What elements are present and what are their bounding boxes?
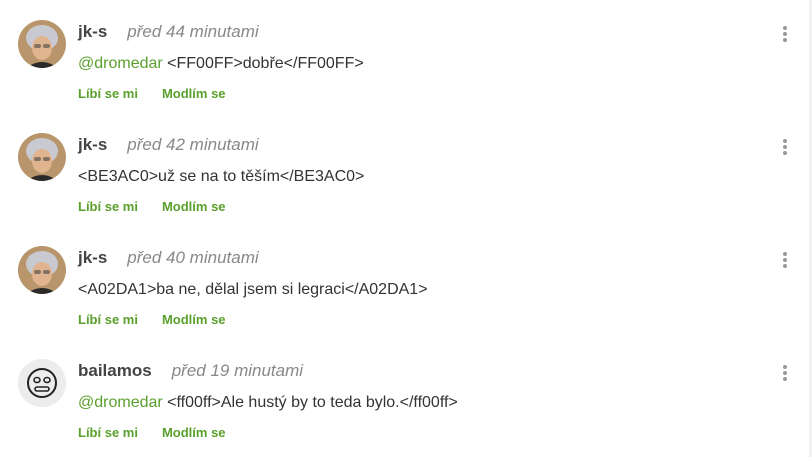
comment-header: jk-s před 40 minutami — [78, 248, 259, 270]
avatar[interactable] — [18, 246, 66, 294]
username[interactable]: jk-s — [78, 248, 107, 267]
mention-link[interactable]: @dromedar — [78, 394, 163, 411]
more-options-icon[interactable] — [779, 26, 791, 44]
neutral-face-icon[interactable] — [18, 359, 66, 407]
timestamp[interactable]: před 40 minutami — [127, 248, 258, 267]
comment: jk-s před 42 minutami <BE3AC0>už se na to… — [0, 113, 812, 226]
comment-body: <A02DA1>ba ne, dělal jsem si legraci</A0… — [78, 281, 428, 298]
comment-actions: Líbí se mi Modlím se — [78, 86, 226, 101]
comment-text: @dromedar <ff00ff>Ale hustý by to teda b… — [78, 394, 458, 412]
comment: bailamos před 19 minutami @dromedar <ff00… — [0, 339, 812, 452]
more-options-icon[interactable] — [779, 139, 791, 157]
pray-button[interactable]: Modlím se — [162, 312, 226, 327]
comment-actions: Líbí se mi Modlím se — [78, 312, 226, 327]
more-options-icon[interactable] — [779, 252, 791, 270]
timestamp[interactable]: před 44 minutami — [127, 22, 258, 41]
like-button[interactable]: Líbí se mi — [78, 312, 138, 327]
comment: jk-s před 40 minutami <A02DA1>ba ne, děla… — [0, 226, 812, 339]
timestamp[interactable]: před 42 minutami — [127, 135, 258, 154]
comment-text: <A02DA1>ba ne, dělal jsem si legraci</A0… — [78, 281, 428, 299]
avatar[interactable] — [18, 20, 66, 68]
more-options-icon[interactable] — [779, 365, 791, 383]
like-button[interactable]: Líbí se mi — [78, 425, 138, 440]
like-button[interactable]: Líbí se mi — [78, 199, 138, 214]
pray-button[interactable]: Modlím se — [162, 199, 226, 214]
comment: jk-s před 44 minutami @dromedar <FF00FF>d… — [0, 0, 812, 113]
timestamp[interactable]: před 19 minutami — [172, 361, 303, 380]
comment-body: <FF00FF>dobře</FF00FF> — [162, 55, 364, 72]
comment-text: @dromedar <FF00FF>dobře</FF00FF> — [78, 55, 364, 73]
pray-button[interactable]: Modlím se — [162, 425, 226, 440]
comment-header: bailamos před 19 minutami — [78, 361, 303, 383]
comment-text: <BE3AC0>už se na to těším</BE3AC0> — [78, 168, 364, 186]
comment-actions: Líbí se mi Modlím se — [78, 425, 226, 440]
username[interactable]: jk-s — [78, 135, 107, 154]
comment-body: <BE3AC0>už se na to těším</BE3AC0> — [78, 168, 365, 185]
avatar[interactable] — [18, 133, 66, 181]
pray-button[interactable]: Modlím se — [162, 86, 226, 101]
comment-header: jk-s před 44 minutami — [78, 22, 259, 44]
like-button[interactable]: Líbí se mi — [78, 86, 138, 101]
comment-header: jk-s před 42 minutami — [78, 135, 259, 157]
mention-link[interactable]: @dromedar — [78, 55, 163, 72]
username[interactable]: bailamos — [78, 361, 152, 380]
comment-body: <ff00ff>Ale hustý by to teda bylo.</ff00… — [162, 394, 458, 411]
username[interactable]: jk-s — [78, 22, 107, 41]
comment-actions: Líbí se mi Modlím se — [78, 199, 226, 214]
